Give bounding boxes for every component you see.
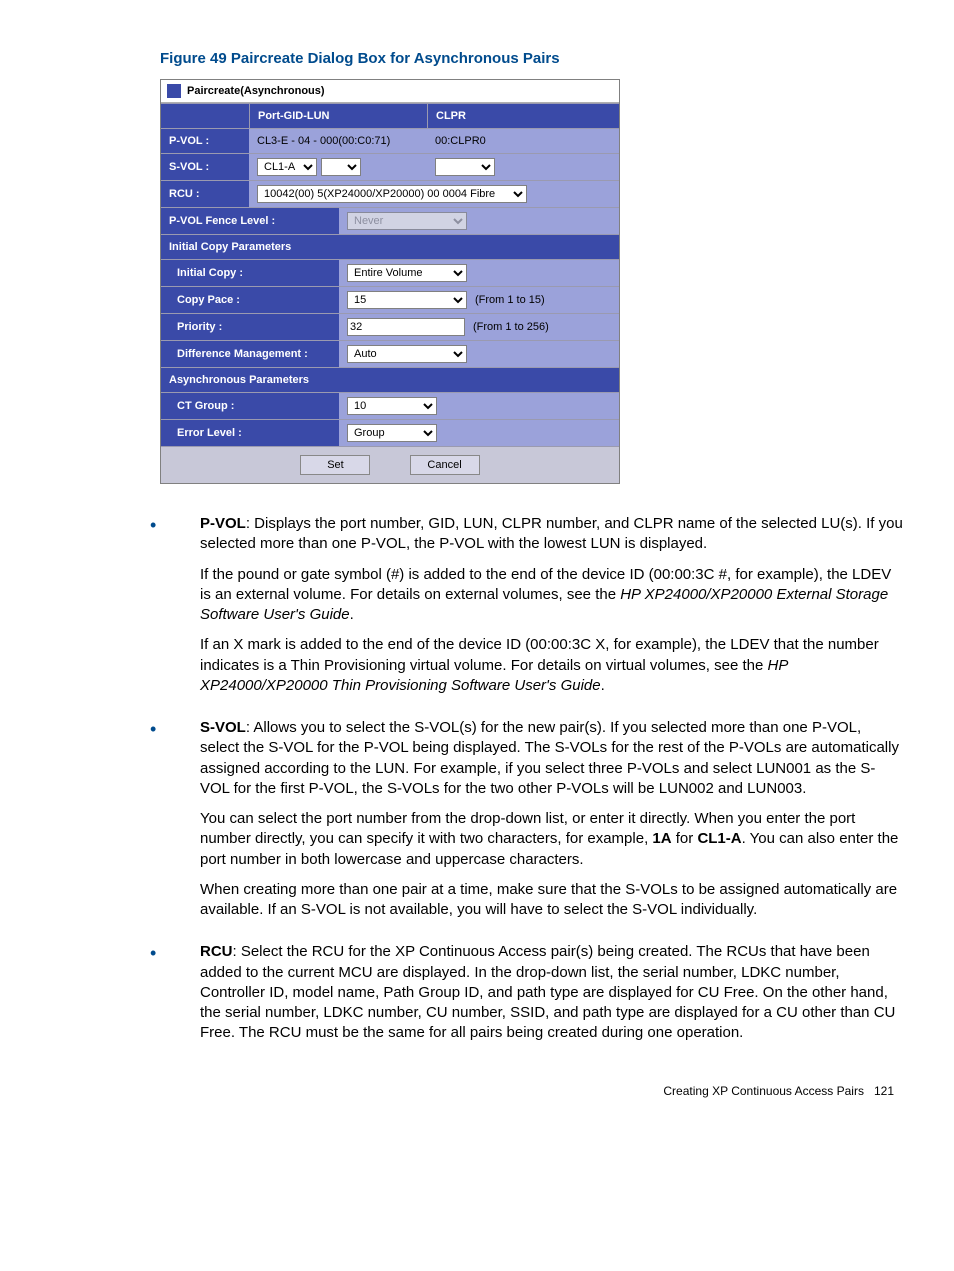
initial-copy-row: Initial Copy : Entire Volume <box>161 259 619 286</box>
section-initial-copy: Initial Copy Parameters <box>161 234 619 259</box>
initial-copy-cell: Entire Volume <box>339 260 619 286</box>
copy-pace-label: Copy Pace : <box>161 287 339 313</box>
header-clpr: CLPR <box>427 104 619 128</box>
ct-group-cell: 10 <box>339 393 619 419</box>
rcu-term: RCU <box>200 943 233 960</box>
copy-pace-row: Copy Pace : 15 (From 1 to 15) <box>161 286 619 313</box>
initial-copy-select[interactable]: Entire Volume <box>347 264 467 282</box>
pvol-text-1: : Displays the port number, GID, LUN, CL… <box>200 515 903 552</box>
paircreate-dialog: Paircreate(Asynchronous) Port-GID-LUN CL… <box>160 79 620 484</box>
header-row: Port-GID-LUN CLPR <box>161 103 619 128</box>
figure-caption: Figure 49 Paircreate Dialog Box for Asyn… <box>160 50 904 67</box>
pvol-text-2b: . <box>350 606 354 623</box>
dialog-title: Paircreate(Asynchronous) <box>161 80 619 103</box>
section-async: Asynchronous Parameters <box>161 367 619 392</box>
pvol-clpr: 00:CLPR0 <box>427 129 619 153</box>
priority-cell: (From 1 to 256) <box>339 314 619 340</box>
rcu-text-1: : Select the RCU for the XP Continuous A… <box>200 943 895 1041</box>
ct-group-row: CT Group : 10 <box>161 392 619 419</box>
svol-clpr-cell <box>427 154 619 180</box>
fence-label: P-VOL Fence Level : <box>161 208 339 234</box>
priority-input[interactable] <box>347 318 465 336</box>
error-level-row: Error Level : Group <box>161 419 619 446</box>
diff-select[interactable]: Auto <box>347 345 467 363</box>
header-port-gid-lun: Port-GID-LUN <box>249 104 427 128</box>
diff-label: Difference Management : <box>161 341 339 367</box>
svol-text-1: : Allows you to select the S-VOL(s) for … <box>200 719 899 797</box>
svol-term: S-VOL <box>200 719 246 736</box>
rcu-row: RCU : 10042(00) 5(XP24000/XP20000) 00 00… <box>161 180 619 207</box>
error-level-label: Error Level : <box>161 420 339 446</box>
fence-cell: Never <box>339 208 619 234</box>
error-level-cell: Group <box>339 420 619 446</box>
pvol-port: CL3-E - 04 - 000(00:C0:71) <box>249 129 427 153</box>
ct-group-select[interactable]: 10 <box>347 397 437 415</box>
copy-pace-cell: 15 (From 1 to 15) <box>339 287 619 313</box>
pvol-row: P-VOL : CL3-E - 04 - 000(00:C0:71) 00:CL… <box>161 128 619 153</box>
svol-label: S-VOL : <box>161 154 249 180</box>
priority-label: Priority : <box>161 314 339 340</box>
svol-text-2b2: CL1-A <box>697 830 741 847</box>
fence-select: Never <box>347 212 467 230</box>
description-list: P-VOL: Displays the port number, GID, LU… <box>50 514 904 1044</box>
priority-range: (From 1 to 256) <box>473 321 549 333</box>
svol-text-3: When creating more than one pair at a ti… <box>170 880 904 921</box>
priority-row: Priority : (From 1 to 256) <box>161 313 619 340</box>
set-button[interactable]: Set <box>300 455 370 475</box>
svol-gid-select[interactable] <box>321 158 361 176</box>
pvol-item: P-VOL: Displays the port number, GID, LU… <box>170 514 904 696</box>
svol-text-2c: for <box>672 830 698 847</box>
diff-row: Difference Management : Auto <box>161 340 619 367</box>
page-footer: Creating XP Continuous Access Pairs 121 <box>50 1084 904 1098</box>
rcu-select[interactable]: 10042(00) 5(XP24000/XP20000) 00 0004 Fib… <box>257 185 527 203</box>
pvol-label: P-VOL : <box>161 129 249 153</box>
header-spacer <box>161 104 249 128</box>
pvol-term: P-VOL <box>200 515 246 532</box>
rcu-cell: 10042(00) 5(XP24000/XP20000) 00 0004 Fib… <box>249 181 619 207</box>
footer-text: Creating XP Continuous Access Pairs <box>663 1084 864 1098</box>
svol-port-cell: CL1-A <box>249 154 427 180</box>
fence-row: P-VOL Fence Level : Never <box>161 207 619 234</box>
svol-clpr-select[interactable] <box>435 158 495 176</box>
svol-item: S-VOL: Allows you to select the S-VOL(s)… <box>170 718 904 920</box>
svol-row: S-VOL : CL1-A <box>161 153 619 180</box>
rcu-item: RCU: Select the RCU for the XP Continuou… <box>170 942 904 1043</box>
diff-cell: Auto <box>339 341 619 367</box>
button-row: Set Cancel <box>161 446 619 483</box>
rcu-label: RCU : <box>161 181 249 207</box>
copy-pace-range: (From 1 to 15) <box>475 294 545 306</box>
footer-page: 121 <box>874 1084 894 1098</box>
svol-text-2b1: 1A <box>652 830 671 847</box>
svol-port-select[interactable]: CL1-A <box>257 158 317 176</box>
ct-group-label: CT Group : <box>161 393 339 419</box>
error-level-select[interactable]: Group <box>347 424 437 442</box>
pvol-text-3b: . <box>601 677 605 694</box>
copy-pace-select[interactable]: 15 <box>347 291 467 309</box>
initial-copy-label: Initial Copy : <box>161 260 339 286</box>
cancel-button[interactable]: Cancel <box>410 455 480 475</box>
